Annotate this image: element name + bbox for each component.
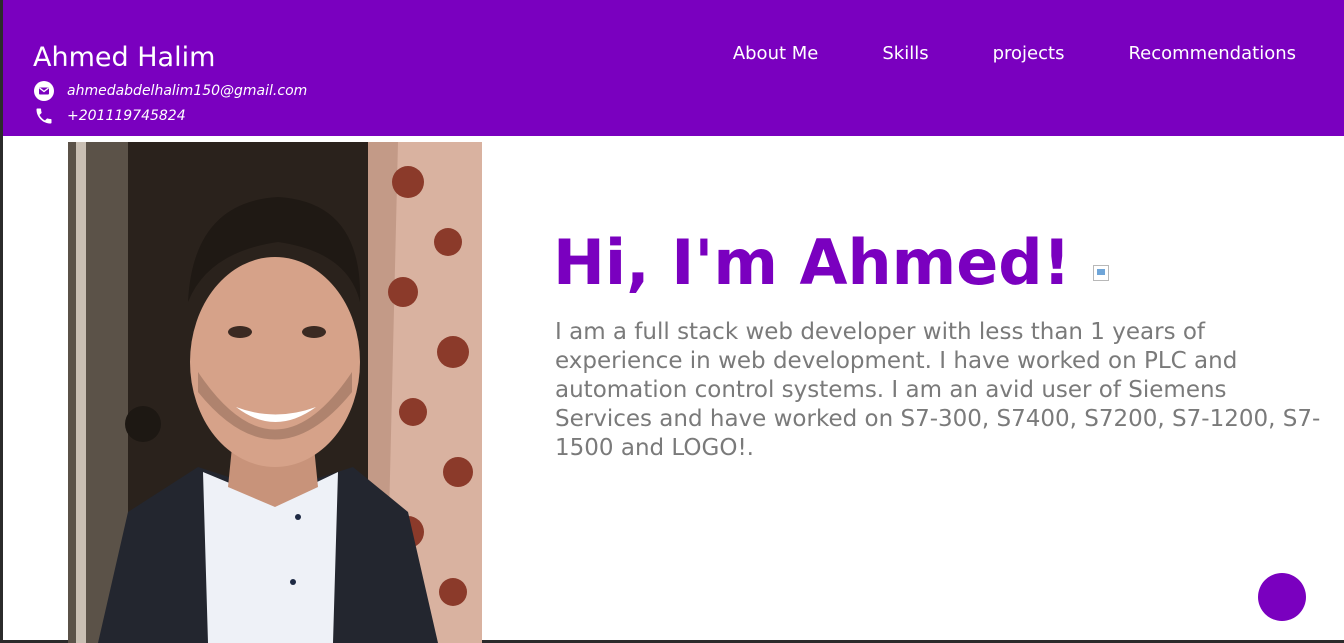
phone-icon xyxy=(33,105,55,127)
hero-title: Hi, I'm Ahmed! xyxy=(553,226,1109,299)
site-owner-name: Ahmed Halim xyxy=(33,42,216,73)
broken-image-icon xyxy=(1092,264,1109,281)
nav-about-me[interactable]: About Me xyxy=(733,43,819,64)
nav-projects[interactable]: projects xyxy=(993,43,1065,64)
hero-title-text: Hi, I'm Ahmed! xyxy=(553,226,1071,299)
contact-phone-row: +201119745824 xyxy=(33,105,186,127)
floating-action-button[interactable] xyxy=(1258,573,1306,621)
main-nav: About Me Skills projects Recommendations xyxy=(733,43,1296,64)
nav-recommendations[interactable]: Recommendations xyxy=(1128,43,1296,64)
email-icon xyxy=(33,80,55,102)
contact-email[interactable]: ahmedabdelhalim150@gmail.com xyxy=(67,83,307,99)
contact-email-row: ahmedabdelhalim150@gmail.com xyxy=(33,80,307,102)
nav-skills[interactable]: Skills xyxy=(882,43,928,64)
site-header: Ahmed Halim ahmedabdelhalim150@gmail.com… xyxy=(3,0,1344,136)
profile-photo xyxy=(68,142,482,643)
contact-phone[interactable]: +201119745824 xyxy=(67,108,186,124)
hero-description: I am a full stack web developer with les… xyxy=(555,319,1321,461)
